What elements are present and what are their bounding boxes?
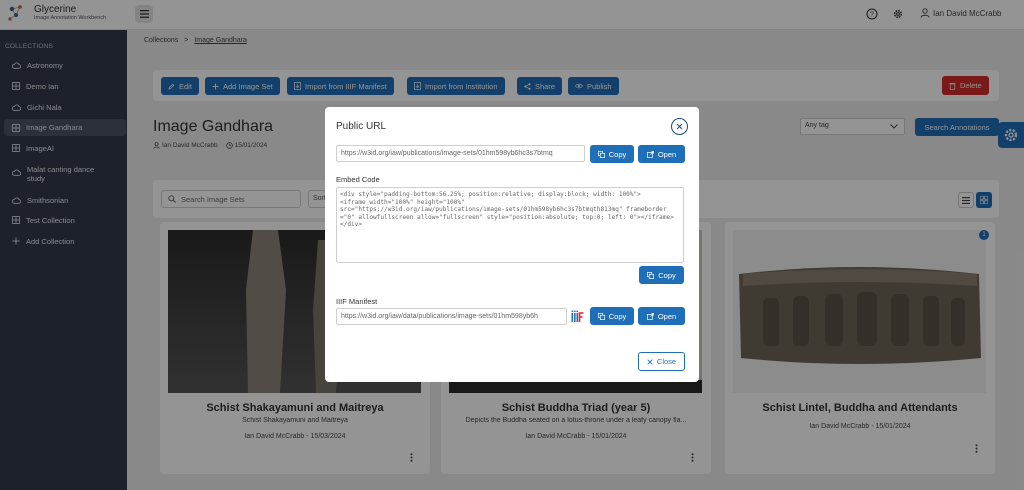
close-icon [647, 358, 653, 365]
copy-iiif-manifest-button[interactable]: Copy [590, 307, 634, 325]
dialog-title: Public URL [336, 121, 387, 132]
iiif-logo-icon [571, 310, 584, 322]
external-link-icon [646, 312, 654, 320]
iiif-manifest-input[interactable]: https://w3id.org/iaw/data/publications/i… [336, 308, 567, 325]
open-public-url-button[interactable]: Open [638, 145, 685, 163]
close-dialog-button[interactable]: Close [638, 352, 685, 371]
public-url-input[interactable]: https://w3id.org/iaw/publications/image-… [336, 145, 585, 162]
public-url-dialog: Public URL https://w3id.org/iaw/publicat… [325, 107, 699, 382]
copy-public-url-button[interactable]: Copy [590, 145, 634, 163]
open-label: Open [657, 149, 677, 159]
copy-label: Copy [608, 149, 627, 159]
copy-embed-code-button[interactable]: Copy [639, 266, 684, 284]
embed-code-textarea[interactable]: <div style="padding-bottom:56.25%; posit… [336, 187, 684, 263]
external-link-icon [646, 150, 654, 158]
copy-label: Copy [608, 311, 627, 321]
open-iiif-manifest-button[interactable]: Open [638, 307, 685, 325]
copy-icon [597, 150, 605, 158]
close-icon [676, 123, 683, 130]
close-label: Close [656, 357, 677, 366]
open-label: Open [657, 311, 677, 321]
iiif-manifest-label: IIIF Manifest [336, 297, 378, 306]
copy-icon [647, 271, 655, 279]
copy-icon [597, 312, 605, 320]
copy-label: Copy [658, 270, 676, 280]
dialog-close-button[interactable] [671, 118, 688, 135]
embed-code-label: Embed Code [336, 175, 380, 184]
